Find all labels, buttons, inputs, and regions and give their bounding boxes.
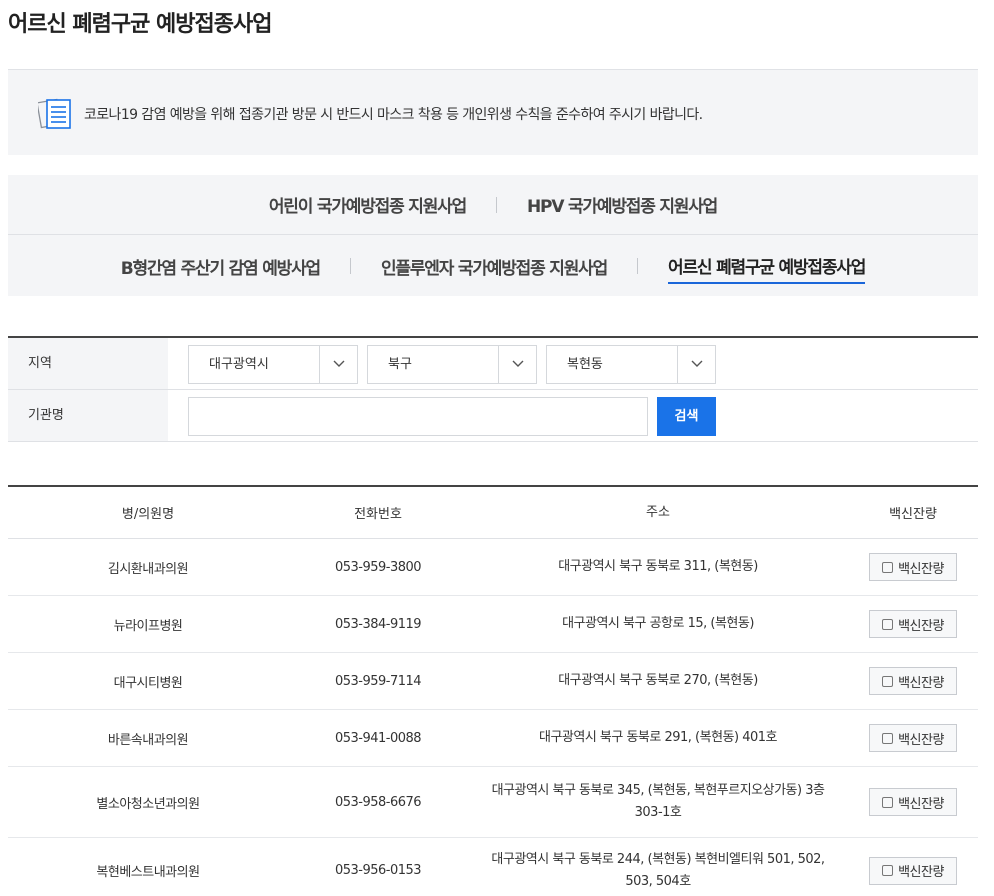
page-title: 어르신 폐렴구균 예방접종사업 (8, 12, 272, 37)
tab-hpv-vaccination[interactable]: HPV 국가예방접종 지원사업 (527, 188, 718, 221)
table-row: 뉴라이프병원 053-384-9119 대구광역시 북구 공항로 15, (복현… (8, 596, 978, 653)
table-row: 별소아청소년과의원 053-958-6676 대구광역시 북구 동북로 345,… (8, 767, 978, 838)
vaccine-stock-button[interactable]: 백신잔량 (869, 553, 957, 581)
notice-text: 코로나19 감염 예방을 위해 접종기관 방문 시 반드시 마스크 착용 등 개… (84, 107, 703, 123)
square-icon (882, 561, 894, 573)
tab-pneumococcal[interactable]: 어르신 폐렴구균 예방접종사업 (668, 249, 866, 284)
header-vaccine: 백신잔량 (889, 507, 937, 522)
institution-name-input[interactable] (188, 397, 648, 436)
tab-divider (349, 258, 351, 274)
clinic-phone: 053-959-7114 (334, 673, 422, 689)
header-clinic-name: 병/의원명 (121, 507, 175, 522)
tab-child-vaccination[interactable]: 어린이 국가예방접종 지원사업 (269, 188, 467, 221)
chevron-down-icon (677, 346, 715, 383)
district-select-value: 북구 (388, 357, 412, 372)
vaccine-stock-button[interactable]: 백신잔량 (869, 610, 957, 638)
table-row: 바른속내과의원 053-941-0088 대구광역시 북구 동북로 291, (… (8, 710, 978, 767)
tab-divider (496, 196, 498, 213)
vaccine-stock-button[interactable]: 백신잔량 (869, 667, 957, 695)
dong-select-value: 복현동 (567, 357, 603, 372)
vaccine-stock-label: 백신잔량 (898, 796, 944, 812)
clinic-address: 대구광역시 북구 동북로 345, (복현동, 복현푸르지오상가동) 3층 30… (491, 783, 825, 820)
search-form: 지역 대구광역시 북구 복현동 기관명 검색 (8, 336, 978, 442)
table-row: 김시환내과의원 053-959-3800 대구광역시 북구 동북로 311, (… (8, 539, 978, 596)
clinic-name: 바른속내과의원 (107, 732, 189, 748)
vaccine-stock-button[interactable]: 백신잔량 (869, 856, 957, 885)
dong-select[interactable]: 복현동 (546, 345, 716, 384)
square-icon (882, 796, 894, 808)
vaccine-stock-button[interactable]: 백신잔량 (869, 724, 957, 752)
clinic-phone: 053-384-9119 (334, 616, 422, 632)
vaccine-stock-button[interactable]: 백신잔량 (869, 788, 957, 816)
search-button[interactable]: 검색 (657, 397, 716, 436)
region-label: 지역 (8, 338, 168, 389)
vaccine-stock-label: 백신잔량 (898, 865, 944, 880)
document-list-icon (38, 98, 71, 129)
vaccine-stock-label: 백신잔량 (898, 561, 944, 577)
clinic-table: 병/의원명 전화번호 주소 백신잔량 김시환내과의원 053-959-3800 … (8, 485, 978, 896)
clinic-name: 뉴라이프병원 (113, 618, 183, 634)
tab-row-2: B형간염 주산기 감염 예방사업 인플루엔자 국가예방접종 지원사업 어르신 폐… (8, 236, 978, 296)
clinic-address: 대구광역시 북구 공항로 15, (복현동) (562, 616, 754, 631)
city-select[interactable]: 대구광역시 (188, 345, 358, 384)
vaccine-stock-label: 백신잔량 (898, 732, 944, 748)
region-row: 지역 대구광역시 북구 복현동 (8, 338, 978, 390)
table-row: 대구시티병원 053-959-7114 대구광역시 북구 동북로 270, (복… (8, 653, 978, 710)
tab-hepatitis-b[interactable]: B형간염 주산기 감염 예방사업 (121, 250, 321, 283)
table-header: 병/의원명 전화번호 주소 백신잔량 (8, 487, 978, 539)
notice-box: 코로나19 감염 예방을 위해 접종기관 방문 시 반드시 마스크 착용 등 개… (8, 69, 978, 155)
city-select-value: 대구광역시 (209, 357, 269, 372)
program-tabs: 어린이 국가예방접종 지원사업 HPV 국가예방접종 지원사업 B형간염 주산기… (8, 175, 978, 296)
square-icon (882, 618, 894, 630)
vaccine-stock-label: 백신잔량 (898, 618, 944, 634)
clinic-phone: 053-958-6676 (334, 794, 422, 810)
chevron-down-icon (498, 346, 536, 383)
clinic-address: 대구광역시 북구 동북로 311, (복현동) (558, 559, 758, 574)
vaccine-stock-label: 백신잔량 (898, 675, 944, 691)
clinic-name: 대구시티병원 (113, 675, 183, 691)
tab-influenza[interactable]: 인플루엔자 국가예방접종 지원사업 (381, 250, 608, 283)
clinic-address: 대구광역시 북구 동북로 270, (복현동) (558, 673, 758, 688)
clinic-phone: 053-941-0088 (334, 730, 422, 746)
tab-divider (637, 258, 639, 274)
header-phone: 전화번호 (354, 507, 402, 522)
clinic-phone: 053-959-3800 (334, 559, 422, 575)
square-icon (882, 865, 894, 876)
district-select[interactable]: 북구 (367, 345, 537, 384)
clinic-address: 대구광역시 북구 동북로 244, (복현동) 복현비엘티워 501, 502,… (491, 851, 825, 889)
clinic-address: 대구광역시 북구 동북로 291, (복현동) 401호 (538, 730, 778, 745)
header-address: 주소 (646, 504, 670, 520)
chevron-down-icon (319, 346, 357, 383)
clinic-name: 복현베스트내과의원 (96, 865, 200, 880)
clinic-name: 별소아청소년과의원 (96, 796, 200, 812)
institution-row: 기관명 검색 (8, 390, 978, 442)
table-row: 복현베스트내과의원 053-956-0153 대구광역시 북구 동북로 244,… (8, 838, 978, 896)
institution-label: 기관명 (8, 390, 168, 441)
clinic-name: 김시환내과의원 (107, 561, 189, 577)
tab-row-1: 어린이 국가예방접종 지원사업 HPV 국가예방접종 지원사업 (8, 175, 978, 235)
clinic-phone: 053-956-0153 (334, 863, 422, 878)
square-icon (882, 675, 894, 687)
square-icon (882, 732, 894, 744)
